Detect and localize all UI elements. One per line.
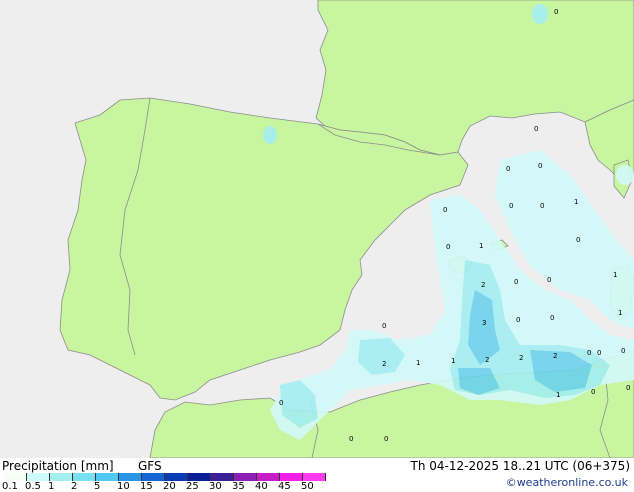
value-label: 1 — [451, 357, 455, 365]
value-label: 1 — [574, 198, 578, 206]
weather-map: 0 0 0 0 0 0 0 1 0 2 0 1 3 0 0 0 2 1 1 2 … — [0, 0, 634, 458]
scale-color-cell — [280, 473, 303, 481]
value-label: 1 — [416, 359, 420, 367]
credit-text: ©weatheronline.co.uk — [505, 476, 628, 489]
value-label: 0 — [591, 388, 595, 396]
value-label: 0 — [534, 125, 538, 133]
scale-tick-label: 0.1 — [2, 481, 18, 492]
precip-spot-north — [532, 4, 548, 24]
scale-color-cell — [188, 473, 211, 481]
scale-tick-label: 35 — [232, 481, 245, 492]
precip-spot-alps — [616, 165, 634, 185]
model-name: GFS — [138, 459, 162, 473]
value-label: 2 — [485, 356, 489, 364]
value-label: 0 — [443, 206, 447, 214]
precip-spot-pyrenees — [263, 126, 277, 144]
scale-color-cell — [50, 473, 73, 481]
value-label: 0 — [540, 202, 544, 210]
value-label: 3 — [482, 319, 486, 327]
scale-color-cell — [27, 473, 50, 481]
scale-color-cell — [142, 473, 165, 481]
scale-color-cell — [211, 473, 234, 481]
value-label: 0 — [349, 435, 353, 443]
scale-tick-label: 20 — [163, 481, 176, 492]
value-label: 0 — [547, 276, 551, 284]
scale-tick-label: 45 — [278, 481, 291, 492]
scale-color-cell — [73, 473, 96, 481]
value-label: 0 — [550, 314, 554, 322]
legend-title: Precipitation [mm] — [2, 459, 114, 473]
scale-color-cell — [96, 473, 119, 481]
scale-tick-label: 2 — [71, 481, 78, 492]
value-label: 0 — [587, 349, 591, 357]
value-label: 0 — [516, 316, 520, 324]
scale-tick-label: 15 — [140, 481, 153, 492]
value-label: 2 — [519, 354, 523, 362]
value-label: 0 — [279, 399, 283, 407]
scale-color-cell — [257, 473, 280, 481]
scale-color-cell — [119, 473, 142, 481]
scale-tick-label: 30 — [209, 481, 222, 492]
value-label: 0 — [506, 165, 510, 173]
scale-tick-label: 1 — [48, 481, 55, 492]
scale-tick-label: 10 — [117, 481, 130, 492]
forecast-datetime: Th 04-12-2025 18..21 UTC (06+375) — [410, 459, 630, 473]
value-label: 2 — [553, 352, 557, 360]
value-label: 2 — [481, 281, 485, 289]
value-label: 0 — [538, 162, 542, 170]
scale-tick-label: 25 — [186, 481, 199, 492]
scale-tick-label: 0.5 — [25, 481, 41, 492]
scale-color-cell — [234, 473, 257, 481]
scale-color-cell — [165, 473, 188, 481]
value-label: 1 — [618, 309, 622, 317]
value-label: 0 — [382, 322, 386, 330]
scale-color-cell — [303, 473, 326, 481]
scale-tick-label: 50 — [301, 481, 314, 492]
value-label: 0 — [626, 384, 630, 392]
value-label: 0 — [554, 8, 558, 16]
value-label: 1 — [613, 271, 617, 279]
scale-color-cell — [4, 473, 27, 481]
value-label: 1 — [556, 391, 560, 399]
value-label: 0 — [576, 236, 580, 244]
scale-tick-label: 5 — [94, 481, 101, 492]
value-label: 0 — [514, 278, 518, 286]
value-label: 1 — [479, 242, 483, 250]
value-label: 0 — [446, 243, 450, 251]
value-label: 0 — [621, 347, 625, 355]
value-label: 0 — [384, 435, 388, 443]
scale-tick-label: 40 — [255, 481, 268, 492]
value-label: 0 — [509, 202, 513, 210]
value-label: 2 — [382, 360, 386, 368]
value-label: 0 — [597, 349, 601, 357]
